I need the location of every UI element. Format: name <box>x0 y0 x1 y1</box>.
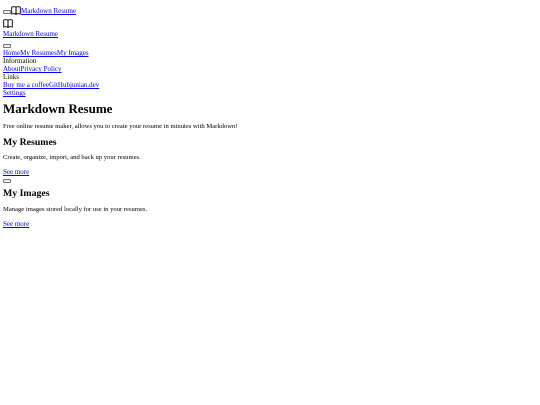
section-description-my-resumes: Create, organize, import, and back up yo… <box>3 154 141 162</box>
section-title-my-images: My Images <box>3 187 50 199</box>
information-heading: Information <box>3 57 37 66</box>
page: Markdown Resume Markdown Resume HomeMy R… <box>0 0 540 405</box>
links-heading: Links <box>3 73 19 82</box>
intro-text: Free online resume maker, allows you to … <box>3 123 238 131</box>
nav-privacy-policy-link[interactable]: Privacy Policy <box>21 65 62 73</box>
information-nav: AboutPrivacy Policy <box>3 65 540 73</box>
nav-home-link[interactable]: Home <box>3 49 20 57</box>
see-more-resumes-link[interactable]: See more <box>3 168 540 176</box>
links-nav: Buy me a coffeeGitHubjunian.dev <box>3 81 540 89</box>
nav-buy-me-a-coffee-link[interactable]: Buy me a coffee <box>3 81 49 89</box>
header-bar: Markdown Resume <box>3 3 540 15</box>
brand-link-sidebar[interactable]: Markdown Resume <box>3 30 540 38</box>
brand-link-header[interactable]: Markdown Resume <box>11 6 76 15</box>
brand-name-header: Markdown Resume <box>21 6 77 15</box>
settings-nav: Settings <box>3 89 540 97</box>
sidebar-close-button[interactable] <box>3 44 11 49</box>
nav-settings-link[interactable]: Settings <box>3 89 26 97</box>
nav-about-link[interactable]: About <box>3 65 21 73</box>
book-open-icon <box>3 19 13 29</box>
see-more-images-link[interactable]: See more <box>3 220 540 228</box>
nav-my-resumes-link[interactable]: My Resumes <box>20 49 57 57</box>
nav-github-link[interactable]: GitHub <box>49 81 70 89</box>
nav-junian-dev-link[interactable]: junian.dev <box>70 81 99 89</box>
page-title: Markdown Resume <box>3 101 113 117</box>
primary-nav: HomeMy ResumesMy Images <box>3 49 540 57</box>
section-description-my-images: Manage images stored locally for use in … <box>3 206 148 213</box>
section-title-my-resumes: My Resumes <box>3 136 57 148</box>
book-open-icon <box>11 6 21 15</box>
nav-my-images-link[interactable]: My Images <box>57 49 89 57</box>
section-toggle-button[interactable] <box>3 178 11 183</box>
menu-toggle-button[interactable] <box>3 10 11 14</box>
